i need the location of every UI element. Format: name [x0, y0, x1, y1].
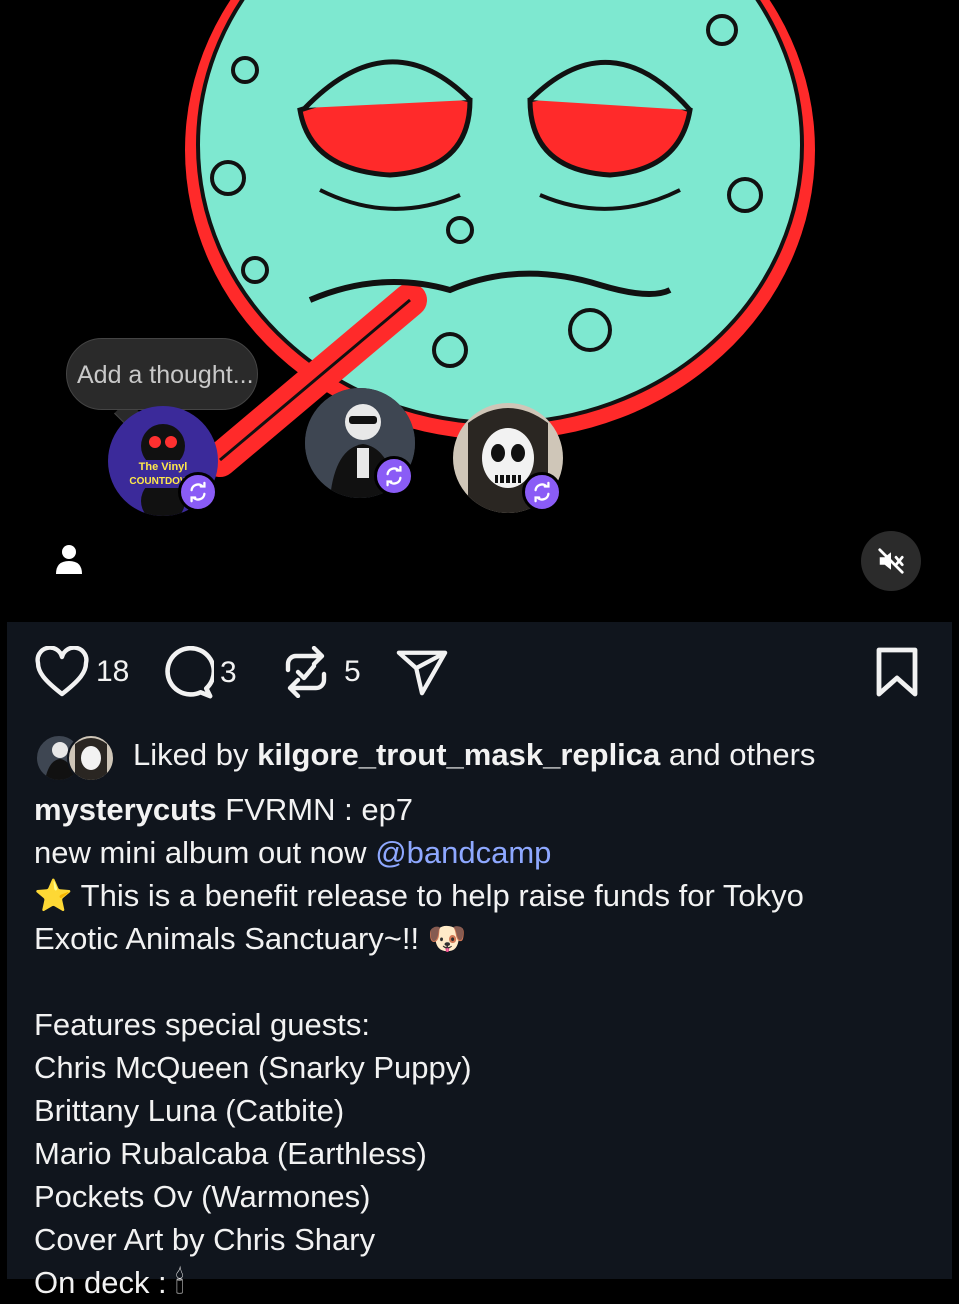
- like-count: 18: [96, 655, 130, 688]
- post-caption: mysterycuts FVRMN : ep7 new mini album o…: [34, 788, 934, 1304]
- caption-username[interactable]: mysterycuts: [34, 792, 217, 827]
- caption-line: Exotic Animals Sanctuary~!! 🐶: [34, 921, 467, 956]
- caption-line: ⭐ This is a benefit release to help rais…: [34, 878, 804, 913]
- person-icon[interactable]: [52, 542, 86, 576]
- like-button[interactable]: 18: [34, 646, 129, 698]
- caption-line: Features special guests:: [34, 1007, 371, 1042]
- caption-line: Cover Art by Chris Shary: [34, 1222, 376, 1257]
- liker-avatars: [35, 732, 117, 782]
- caption-line: Chris McQueen (Snarky Puppy): [34, 1050, 472, 1085]
- send-icon: [396, 650, 448, 696]
- caption-line: FVRMN : ep7: [225, 792, 414, 827]
- mute-button[interactable]: [861, 531, 921, 591]
- repost-badge: [522, 472, 562, 512]
- speaker-muted-icon: [878, 548, 904, 574]
- liked-by-row[interactable]: Liked by kilgore_trout_mask_replica and …: [35, 730, 816, 782]
- repost-badge: [178, 472, 218, 512]
- share-button[interactable]: [395, 646, 449, 698]
- post-media[interactable]: Add a thought... The Vinyl COUNTDOWN: [0, 0, 959, 622]
- comment-button[interactable]: 3: [160, 646, 237, 700]
- bandcamp-mention-link[interactable]: @bandcamp: [375, 835, 551, 870]
- comment-icon: [165, 646, 214, 699]
- repost-button[interactable]: 5: [282, 646, 361, 698]
- bookmark-button[interactable]: [875, 646, 919, 698]
- caption-line: new mini album out now: [34, 835, 367, 870]
- repost-icon: [190, 481, 206, 503]
- repost-badge: [374, 456, 414, 496]
- post-details: 18 3 5 Liked by kilgore_trout_mask_repli…: [7, 622, 952, 1300]
- repost-icon: [285, 646, 327, 698]
- caption-line: Brittany Luna (Catbite): [34, 1093, 345, 1128]
- cover-art-image: [185, 0, 815, 477]
- comment-count: 3: [220, 656, 237, 689]
- repost-icon: [534, 481, 550, 503]
- repost-icon: [386, 465, 402, 487]
- add-thought-input[interactable]: Add a thought...: [66, 338, 258, 410]
- repost-count: 5: [344, 655, 361, 688]
- heart-icon: [35, 646, 89, 697]
- liked-by-prefix: Liked by: [133, 737, 249, 772]
- avatar-label-line1: The Vinyl: [139, 461, 188, 473]
- liked-by-user[interactable]: kilgore_trout_mask_replica: [257, 737, 660, 773]
- action-bar: 18 3 5: [7, 622, 952, 722]
- caption-line: On deck : 🕯: [34, 1265, 185, 1300]
- liked-by-suffix: and others: [668, 737, 816, 772]
- bookmark-icon: [876, 647, 918, 697]
- caption-line: Pockets Ov (Warmones): [34, 1179, 371, 1214]
- liker-avatar: [67, 734, 115, 782]
- caption-line: Mario Rubalcaba (Earthless): [34, 1136, 427, 1171]
